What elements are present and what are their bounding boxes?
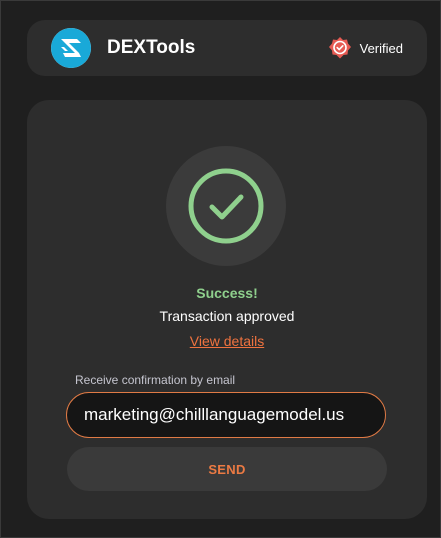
verified-badge: Verified bbox=[328, 20, 403, 76]
app-name: DEXTools bbox=[107, 37, 196, 58]
transaction-status: Transaction approved bbox=[159, 308, 295, 324]
email-label: Receive confirmation by email bbox=[75, 373, 236, 387]
send-button[interactable]: SEND bbox=[67, 447, 387, 491]
view-details-link[interactable]: View details bbox=[190, 333, 264, 349]
verified-badge-icon bbox=[328, 37, 351, 59]
transaction-card: Success! Transaction approved View detai… bbox=[27, 100, 427, 519]
success-icon-container bbox=[166, 146, 286, 266]
email-input[interactable] bbox=[66, 392, 386, 438]
window-frame: DEXTools Verified Success! Transaction a… bbox=[0, 0, 441, 538]
dextools-logo-icon bbox=[51, 28, 91, 68]
checkmark-circle-icon bbox=[188, 168, 264, 244]
verified-label: Verified bbox=[359, 40, 403, 56]
header-bar: DEXTools Verified bbox=[27, 20, 427, 76]
success-title: Success! bbox=[196, 285, 258, 301]
